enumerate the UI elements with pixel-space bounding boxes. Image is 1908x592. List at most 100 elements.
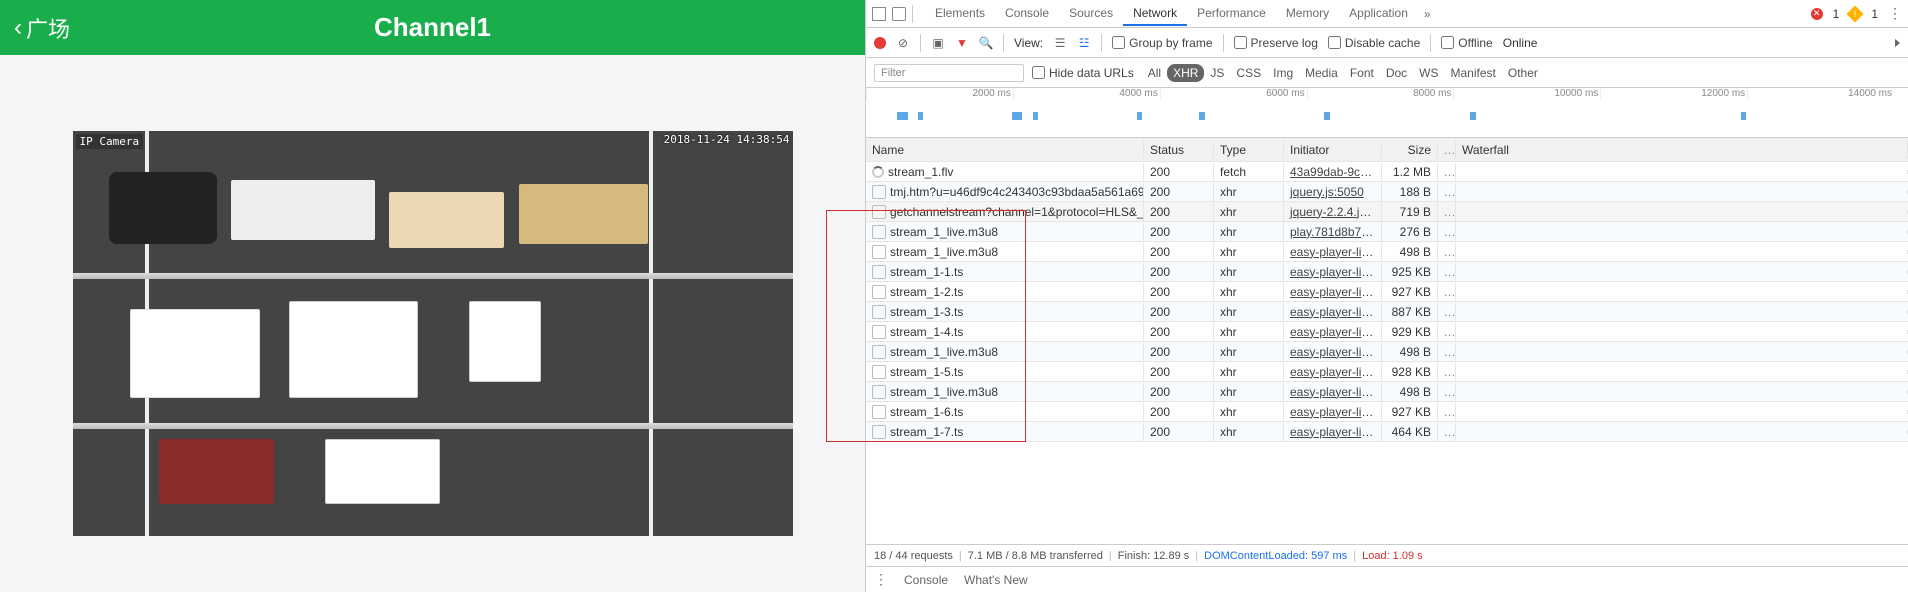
table-row[interactable]: stream_1-2.ts200xhreasy-player-lib...927… [866,282,1908,302]
filter-type-ws[interactable]: WS [1413,64,1444,82]
table-row[interactable]: stream_1.flv200fetch43a99dab-9cd6...1.2 … [866,162,1908,182]
initiator-link[interactable]: easy-player-lib... [1290,425,1378,439]
initiator-link[interactable]: 43a99dab-9cd6... [1290,165,1382,179]
filter-type-manifest[interactable]: Manifest [1445,64,1502,82]
col-overflow[interactable]: ... [1438,141,1456,159]
initiator-link[interactable]: easy-player-lib... [1290,305,1378,319]
table-row[interactable]: stream_1-7.ts200xhreasy-player-lib...464… [866,422,1908,442]
video-player[interactable]: IP Camera 2018-11-24 14:38:54 [73,131,793,536]
tab-application[interactable]: Application [1339,2,1418,26]
table-row[interactable]: stream_1_live.m3u8200xhreasy-player-lib.… [866,342,1908,362]
large-rows-icon[interactable]: ☰ [1053,36,1067,50]
filter-type-img[interactable]: Img [1267,64,1299,82]
table-row[interactable]: stream_1-4.ts200xhreasy-player-lib...929… [866,322,1908,342]
initiator-link[interactable]: easy-player-lib... [1290,405,1378,419]
filter-type-css[interactable]: CSS [1230,64,1267,82]
col-type[interactable]: Type [1214,141,1284,159]
status-cell: 200 [1144,243,1214,261]
inspect-icon[interactable] [872,7,886,21]
initiator-link[interactable]: easy-player-lib... [1290,265,1378,279]
more-tabs-icon[interactable]: » [1424,7,1431,21]
drawer-tabs: ⋮ Console What's New [866,566,1908,592]
table-row[interactable]: stream_1-6.ts200xhreasy-player-lib...927… [866,402,1908,422]
file-icon [872,245,886,259]
type-cell: xhr [1214,263,1284,281]
table-row[interactable]: stream_1_live.m3u8200xhrplay.781d8b7f.js… [866,222,1908,242]
clear-icon[interactable]: ⊘ [896,36,910,50]
tab-console[interactable]: Console [995,2,1059,26]
filter-type-doc[interactable]: Doc [1380,64,1413,82]
initiator-link[interactable]: easy-player-lib... [1290,385,1378,399]
filter-type-all[interactable]: All [1142,64,1167,82]
search-icon[interactable]: 🔍 [979,36,993,50]
request-name: stream_1-6.ts [890,405,963,419]
overflow-cell: ... [1438,423,1456,441]
spinner-icon [872,166,884,178]
table-row[interactable]: stream_1_live.m3u8200xhreasy-player-lib.… [866,242,1908,262]
status-cell: 200 [1144,383,1214,401]
timeline-overview[interactable]: 2000 ms4000 ms6000 ms8000 ms10000 ms1200… [866,88,1908,138]
col-initiator[interactable]: Initiator [1284,141,1382,159]
filter-type-js[interactable]: JS [1204,64,1230,82]
initiator-link[interactable]: easy-player-lib... [1290,245,1378,259]
col-name[interactable]: Name [866,141,1144,159]
preserve-log-checkbox[interactable]: Preserve log [1234,36,1318,50]
type-cell: xhr [1214,323,1284,341]
error-badge[interactable]: ✕ [1811,8,1823,20]
table-row[interactable]: tmj.htm?u=u46df9c4c243403c93bdaa5a561a69… [866,182,1908,202]
tab-memory[interactable]: Memory [1276,2,1339,26]
table-row[interactable]: stream_1_live.m3u8200xhreasy-player-lib.… [866,382,1908,402]
table-row[interactable]: stream_1-3.ts200xhreasy-player-lib...887… [866,302,1908,322]
initiator-link[interactable]: easy-player-lib... [1290,365,1378,379]
drawer-console-tab[interactable]: Console [904,573,948,587]
status-cell: 200 [1144,283,1214,301]
initiator-link[interactable]: easy-player-lib... [1290,325,1378,339]
filter-type-other[interactable]: Other [1502,64,1544,82]
filter-type-media[interactable]: Media [1299,64,1344,82]
tab-elements[interactable]: Elements [925,2,995,26]
table-row[interactable]: stream_1-5.ts200xhreasy-player-lib...928… [866,362,1908,382]
col-status[interactable]: Status [1144,141,1214,159]
initiator-link[interactable]: jquery-2.2.4.js:9... [1290,205,1382,219]
device-toggle-icon[interactable] [892,7,906,21]
col-waterfall[interactable]: Waterfall [1456,141,1908,159]
size-cell: 927 KB [1382,283,1438,301]
record-button[interactable] [874,37,886,49]
offline-checkbox[interactable]: Offline [1441,36,1492,50]
dropdown-icon[interactable] [1895,39,1900,47]
hide-data-urls-checkbox[interactable]: Hide data URLs [1032,66,1134,80]
filter-input[interactable]: Filter [874,64,1024,82]
drawer-menu-icon[interactable]: ⋮ [874,571,888,588]
disable-cache-checkbox[interactable]: Disable cache [1328,36,1420,50]
tab-sources[interactable]: Sources [1059,2,1123,26]
initiator-link[interactable]: play.781d8b7f.js:1 [1290,225,1382,239]
status-cell: 200 [1144,163,1214,181]
devtools-tabs: ElementsConsoleSourcesNetworkPerformance… [925,2,1418,26]
request-name: stream_1-2.ts [890,285,963,299]
filter-type-font[interactable]: Font [1344,64,1380,82]
initiator-link[interactable]: easy-player-lib... [1290,285,1378,299]
camera-icon[interactable]: ▣ [931,36,945,50]
timeline-tick: 2000 ms [866,88,1013,100]
tab-performance[interactable]: Performance [1187,2,1276,26]
warning-badge[interactable]: ! [1847,5,1864,22]
size-cell: 925 KB [1382,263,1438,281]
table-row[interactable]: getchannelstream?channel=1&protocol=HLS&… [866,202,1908,222]
group-by-frame-checkbox[interactable]: Group by frame [1112,36,1212,50]
waterfall-cell [1456,190,1908,194]
tab-network[interactable]: Network [1123,2,1187,26]
request-name: stream_1_live.m3u8 [890,225,998,239]
overview-icon[interactable]: ☳ [1077,36,1091,50]
throttling-select[interactable]: Online [1503,36,1538,50]
initiator-link[interactable]: easy-player-lib... [1290,345,1378,359]
initiator-link[interactable]: jquery.js:5050 [1290,185,1364,199]
overflow-cell: ... [1438,383,1456,401]
col-size[interactable]: Size [1382,141,1438,159]
type-cell: xhr [1214,383,1284,401]
settings-icon[interactable]: ⋮ [1888,5,1902,22]
back-button[interactable]: ‹ 广场 [0,12,84,44]
filter-icon[interactable]: ▼ [955,36,969,50]
drawer-whatsnew-tab[interactable]: What's New [964,573,1028,587]
table-row[interactable]: stream_1-1.ts200xhreasy-player-lib...925… [866,262,1908,282]
filter-type-xhr[interactable]: XHR [1167,64,1204,82]
